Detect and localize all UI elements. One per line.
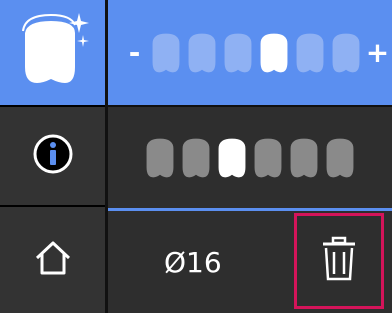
shade-tooth-2[interactable] <box>185 32 219 74</box>
shade-indicator-teeth <box>143 137 357 179</box>
sidebar <box>0 0 105 313</box>
diameter-label: Ø16 <box>164 245 222 279</box>
shade-increase-button[interactable]: + <box>363 36 392 69</box>
tooth-sparkle-icon <box>13 11 93 95</box>
indicator-tooth-1 <box>143 137 177 179</box>
sidebar-item-info[interactable] <box>0 107 105 205</box>
home-icon <box>34 239 72 281</box>
shade-indicator-bar <box>108 107 392 208</box>
indicator-tooth-6 <box>323 137 357 179</box>
indicator-tooth-4 <box>251 137 285 179</box>
sidebar-item-shade[interactable] <box>0 0 105 105</box>
shade-tooth-5[interactable] <box>293 32 327 74</box>
indicator-tooth-3 <box>215 137 249 179</box>
app-frame: - + Ø16 <box>0 0 392 313</box>
shade-decrease-button[interactable]: - <box>120 36 149 69</box>
shade-selector-teeth <box>149 32 363 74</box>
indicator-tooth-5 <box>287 137 321 179</box>
shade-tooth-3[interactable] <box>221 32 255 74</box>
indicator-tooth-2 <box>179 137 213 179</box>
trash-icon <box>321 236 357 286</box>
shade-selector-bar: - + <box>108 0 392 105</box>
sidebar-item-home[interactable] <box>0 207 105 313</box>
bottom-bar: Ø16 <box>108 211 392 313</box>
info-icon <box>33 134 73 178</box>
delete-button[interactable] <box>294 213 384 309</box>
shade-tooth-4[interactable] <box>257 32 291 74</box>
shade-tooth-1[interactable] <box>149 32 183 74</box>
shade-tooth-6[interactable] <box>329 32 363 74</box>
